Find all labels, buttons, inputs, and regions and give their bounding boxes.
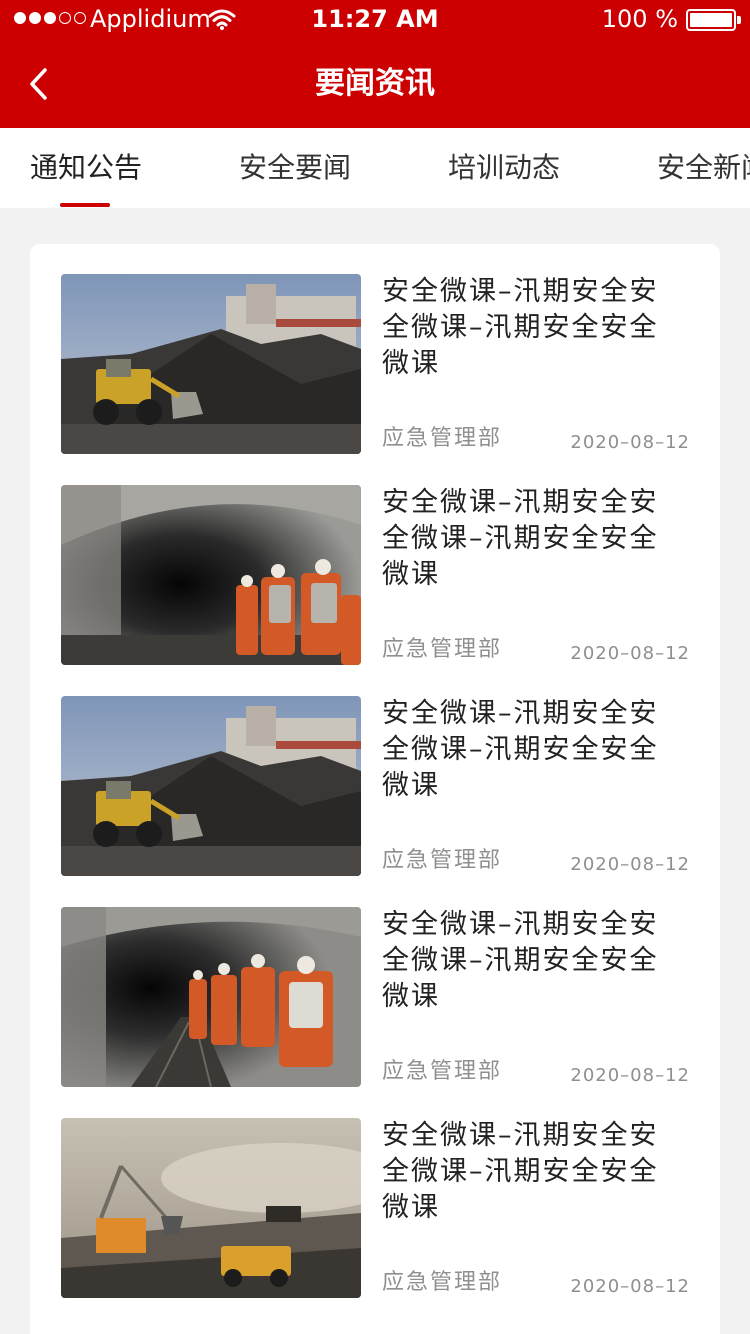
article-title: 安全微课–汛期安全安全微课–汛期安全安全微课 [382,909,659,1012]
article-title: 安全微课–汛期安全安全微课–汛期安全安全微课 [382,698,659,801]
article-thumbnail [61,1118,361,1298]
tab-notices[interactable]: 通知公告 [30,128,142,208]
article-thumbnail [61,274,361,454]
article-source: 应急管理部 [382,1059,503,1084]
article-date: 2020–08–12 [570,432,690,453]
tab-training[interactable]: 培训动态 [448,128,560,208]
open-pit-mine-photo [61,1118,361,1298]
article-list-card: 安全微课–汛期安全安全微课–汛期安全安全微课 应急管理部 2020–08–12 [30,244,720,1334]
article-item[interactable]: 安全微课–汛期安全安全微课–汛期安全安全微课 应急管理部 2020–08–12 [61,696,690,876]
tunnel-miners-photo [61,907,361,1087]
article-item[interactable]: 安全微课–汛期安全安全微课–汛期安全安全微课 应急管理部 2020–08–12 [61,907,690,1087]
tab-safety-news[interactable]: 安全要闻 [239,128,351,208]
article-source: 应急管理部 [382,637,503,662]
page-title: 要闻资讯 [315,66,435,101]
article-thumbnail [61,696,361,876]
article-date: 2020–08–12 [570,854,690,875]
coal-loader-photo [61,696,361,876]
article-thumbnail [61,485,361,665]
tunnel-miners-photo [61,485,361,665]
article-title: 安全微课–汛期安全安全微课–汛期安全安全微课 [382,487,659,590]
battery-icon [686,9,741,31]
app-screen: Applidium 11:27 AM 100 % 要闻资讯 通知公告 安全要闻 … [0,0,750,1334]
article-source: 应急管理部 [382,848,503,873]
article-date: 2020–08–12 [570,1065,690,1086]
battery-percentage: 100 % [601,5,678,33]
header: Applidium 11:27 AM 100 % 要闻资讯 [0,0,750,128]
coal-loader-photo [61,274,361,454]
article-source: 应急管理部 [382,426,503,451]
nav-bar: 要闻资讯 [0,40,750,128]
article-thumbnail [61,907,361,1087]
status-bar: Applidium 11:27 AM 100 % [0,0,750,40]
article-source: 应急管理部 [382,1270,503,1295]
article-item[interactable]: 安全微课–汛期安全安全微课–汛期安全安全微课 应急管理部 2020–08–12 [61,1118,690,1298]
tab-safety-headlines[interactable]: 安全新闻 [657,128,750,208]
article-item[interactable]: 安全微课–汛期安全安全微课–汛期安全安全微课 应急管理部 2020–08–12 [61,274,690,454]
article-title: 安全微课–汛期安全安全微课–汛期安全安全微课 [382,276,659,379]
article-date: 2020–08–12 [570,643,690,664]
article-date: 2020–08–12 [570,1276,690,1297]
article-title: 安全微课–汛期安全安全微课–汛期安全安全微课 [382,1120,659,1223]
category-tabs: 通知公告 安全要闻 培训动态 安全新闻 [0,128,750,208]
article-item[interactable]: 安全微课–汛期安全安全微课–汛期安全安全微课 应急管理部 2020–08–12 [61,485,690,665]
active-tab-indicator [60,203,110,207]
